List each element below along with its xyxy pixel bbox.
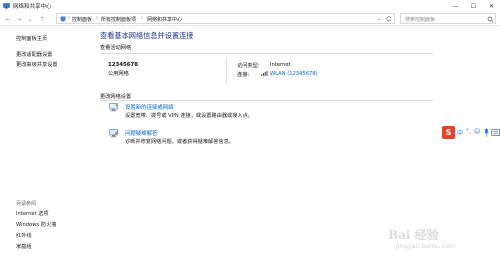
- close-button[interactable]: ✕: [483, 0, 500, 12]
- divider: [100, 100, 433, 101]
- internet-options-link[interactable]: Internet 选项: [16, 210, 49, 217]
- troubleshoot-desc: 诊断并修复网络问题，或者获得疑难解答信息。: [125, 139, 234, 145]
- network-center-icon: [3, 3, 10, 9]
- breadcrumb-separator: ›: [96, 15, 98, 21]
- maximize-icon: ☐: [470, 2, 477, 10]
- connections-label: 连接:: [237, 72, 250, 78]
- control-panel-icon: [60, 16, 66, 22]
- up-button[interactable]: ↑: [38, 15, 46, 23]
- new-connection-icon: [109, 103, 118, 112]
- setup-new-connection-desc: 设置宽带、拨号或 VPN 连接；或设置路由器或接入点。: [125, 113, 253, 119]
- forward-button[interactable]: →: [15, 15, 23, 23]
- back-button[interactable]: ←: [4, 15, 12, 23]
- windows-firewall-link[interactable]: Windows 防火墙: [16, 221, 56, 228]
- left-pane: 控制面板主页 更改适配器设置 更改高级共享设置 另请参阅 Internet 选项…: [0, 27, 84, 264]
- control-panel-home-link[interactable]: 控制面板主页: [16, 35, 47, 42]
- microphone-icon[interactable]: [484, 128, 489, 137]
- vertical-divider: [226, 58, 227, 84]
- see-also-header: 另请参阅: [16, 201, 37, 207]
- back-arrow-icon: ←: [5, 15, 11, 23]
- keyboard-icon[interactable]: [491, 129, 500, 136]
- breadcrumb-separator: ›: [141, 15, 143, 21]
- page-title: 查看基本网络信息并设置连接: [100, 31, 194, 40]
- breadcrumb-control-panel[interactable]: 控制面板: [72, 16, 92, 23]
- address-bar[interactable]: › 控制面板 › 所有控制面板项 › 网络和共享中心 ⌄: [56, 13, 395, 24]
- troubleshoot-icon: [109, 129, 119, 138]
- forward-arrow-icon: →: [16, 15, 22, 23]
- network-name: 12345678: [108, 62, 139, 68]
- ime-chinese-mode[interactable]: 中: [457, 128, 463, 137]
- minimize-button[interactable]: —: [447, 0, 464, 12]
- baidu-watermark-url: jingyan.baidu.com: [396, 242, 456, 250]
- breadcrumb-separator: ›: [68, 15, 70, 21]
- close-icon: ✕: [488, 2, 495, 10]
- minimize-icon: —: [452, 2, 459, 10]
- search-box[interactable]: 搜索控制面板: [400, 13, 496, 24]
- navigation-bar: ← → ⌄ ↑ › 控制面板 › 所有控制面板项 › 网络和共享中心 ⌄ 搜索控…: [0, 12, 500, 26]
- change-adapter-settings-link[interactable]: 更改适配器设置: [16, 51, 52, 58]
- maximize-button[interactable]: ☐: [465, 0, 482, 12]
- up-arrow-icon: ↑: [39, 15, 45, 23]
- title-bar: 网络和共享中心 — ☐ ✕: [0, 0, 500, 12]
- active-networks-header: 查看活动网络: [100, 45, 132, 51]
- recent-locations-button[interactable]: ⌄: [26, 15, 34, 23]
- ime-punctuation[interactable]: °,: [466, 128, 471, 135]
- homegroup-link[interactable]: 家庭组: [16, 243, 32, 250]
- ime-toolbar: S 中 °, ☺: [442, 126, 500, 139]
- emoji-icon[interactable]: ☺: [474, 128, 480, 135]
- change-advanced-sharing-link[interactable]: 更改高级共享设置: [16, 61, 58, 68]
- chevron-down-icon: ⌄: [27, 15, 33, 23]
- wlan-connection-link[interactable]: WLAN (12345678): [270, 71, 318, 77]
- refresh-icon[interactable]: [386, 16, 392, 22]
- search-placeholder: 搜索控制面板: [405, 17, 436, 23]
- infrared-link[interactable]: 红外线: [16, 232, 32, 239]
- divider: [100, 53, 433, 54]
- breadcrumb-network-center[interactable]: 网络和共享中心: [147, 16, 182, 23]
- breadcrumb-all-items[interactable]: 所有控制面板项: [101, 16, 136, 23]
- wifi-signal-icon: [261, 71, 268, 76]
- setup-new-connection-link[interactable]: 设置新的连接或网络: [125, 103, 174, 111]
- window-title: 网络和共享中心: [13, 4, 52, 10]
- search-icon[interactable]: [487, 16, 494, 23]
- network-type: 公用网络: [108, 71, 129, 77]
- access-type-label: 访问类型:: [237, 63, 260, 69]
- address-dropdown-icon[interactable]: ⌄: [377, 16, 381, 22]
- change-settings-header: 更改网络设置: [100, 94, 132, 100]
- baidu-watermark: Bai 经验: [388, 228, 439, 242]
- access-type-value: Internet: [270, 62, 291, 68]
- sogou-logo-icon[interactable]: S: [442, 126, 455, 139]
- troubleshoot-link[interactable]: 问题疑难解答: [125, 129, 157, 137]
